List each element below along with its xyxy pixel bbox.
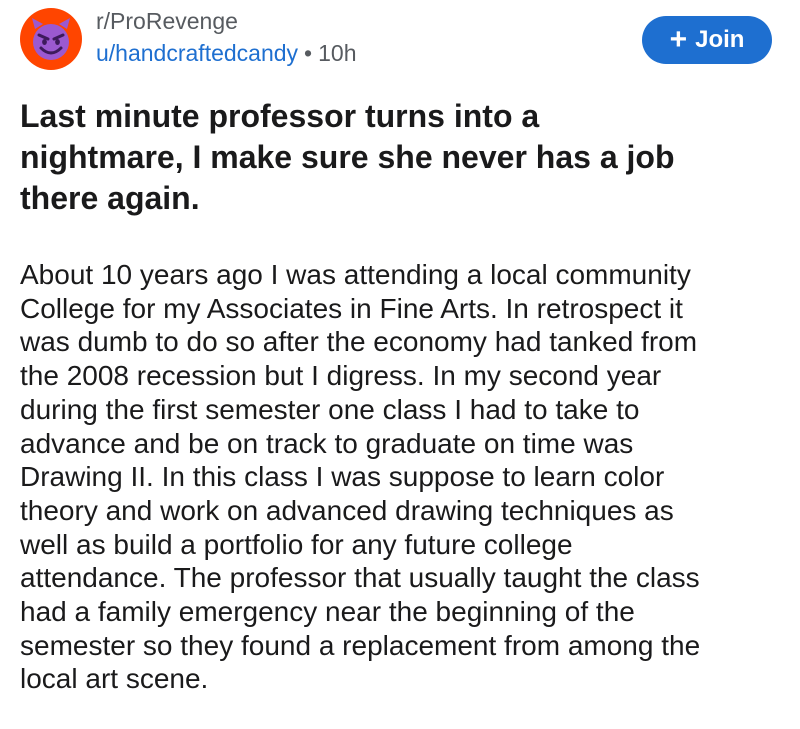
author-username[interactable]: u/handcraftedcandy <box>96 40 298 66</box>
meta-separator: • <box>304 40 313 66</box>
post-time: 10h <box>318 40 357 66</box>
body-line: semester so they found a replacement fro… <box>20 629 701 661</box>
post-header: r/ProRevenge u/handcraftedcandy • 10h + Jo… <box>20 6 772 74</box>
body-line: About 10 years ago I was attending a loc… <box>20 259 691 290</box>
body-line: was dumb to do so after the economy had … <box>20 326 698 358</box>
post-byline: u/handcraftedcandy • 10h <box>96 38 356 68</box>
body-line: College for my Associates in Fine Arts. … <box>20 292 683 324</box>
post-title[interactable]: Last minute professor turns into a night… <box>20 96 680 219</box>
reddit-post: r/ProRevenge u/handcraftedcandy • 10h + Jo… <box>0 0 800 729</box>
body-line: local art scene. <box>20 663 209 695</box>
join-button[interactable]: + Join <box>642 16 772 64</box>
body-line: Drawing II. In this class I was suppose … <box>20 461 665 493</box>
devil-face-icon <box>27 15 75 63</box>
body-line: advance and be on track to graduate on t… <box>20 427 634 459</box>
body-line: the 2008 recession but I digress. In my … <box>20 360 662 392</box>
body-line: attendance. The professor that usually t… <box>20 562 700 594</box>
body-line: well as build a portfolio for any future… <box>20 528 573 560</box>
body-line: theory and work on advanced drawing tech… <box>20 494 674 526</box>
subreddit-avatar[interactable] <box>20 8 82 70</box>
subreddit-name[interactable]: r/ProRevenge <box>96 6 356 36</box>
join-button-label: Join <box>695 26 745 53</box>
post-meta: r/ProRevenge u/handcraftedcandy • 10h <box>96 6 356 68</box>
plus-icon: + <box>669 23 688 56</box>
post-body: About 10 years ago I was attending a loc… <box>20 258 790 696</box>
body-line: had a family emergency near the beginnin… <box>20 596 635 628</box>
body-line: during the first semester one class I ha… <box>20 393 640 425</box>
